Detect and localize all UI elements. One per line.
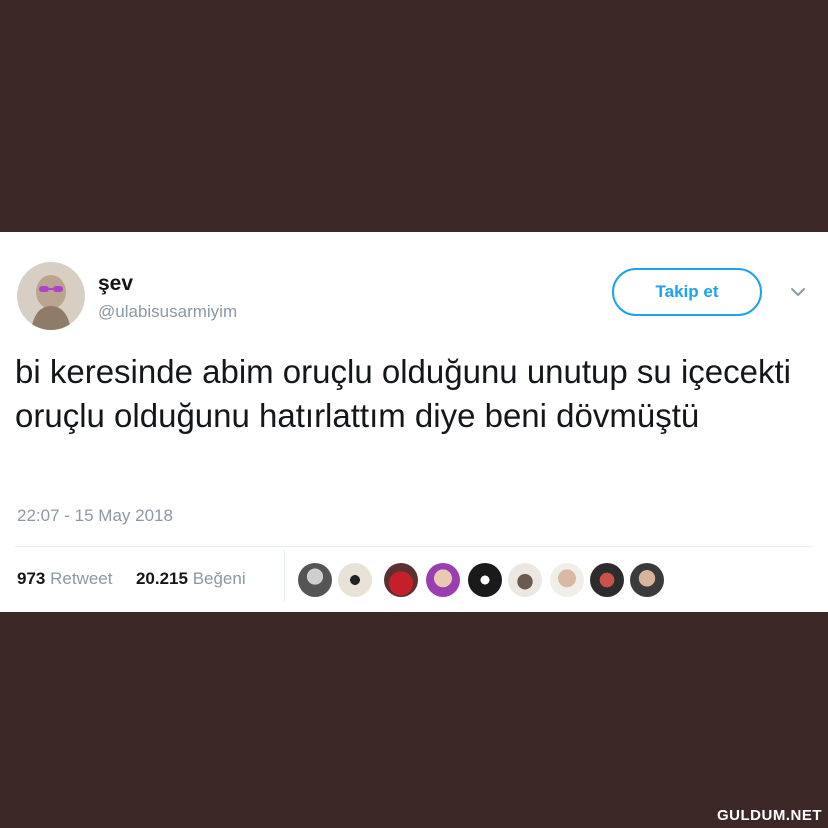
display-name[interactable]: şev <box>98 272 133 296</box>
liker-avatar[interactable] <box>426 563 460 597</box>
retweet-label[interactable]: Retweet <box>50 569 112 588</box>
tweet-timestamp[interactable]: 22:07 - 15 May 2018 <box>17 506 173 526</box>
tweet-stats: 973 Retweet 20.215 Beğeni <box>17 569 246 589</box>
liker-avatar[interactable] <box>508 563 542 597</box>
stats-divider <box>284 550 285 602</box>
liker-avatar[interactable] <box>384 563 418 597</box>
chevron-down-icon[interactable] <box>788 285 808 299</box>
tweet-text: bi keresinde abim oruçlu olduğunu unutup… <box>15 353 791 434</box>
liker-avatar[interactable] <box>298 563 332 597</box>
like-count[interactable]: 20.215 <box>136 569 188 588</box>
liker-avatar[interactable] <box>468 563 502 597</box>
retweet-count[interactable]: 973 <box>17 569 45 588</box>
divider <box>15 546 812 547</box>
user-handle[interactable]: @ulabisusarmiyim <box>98 302 237 322</box>
avatar[interactable] <box>17 262 85 330</box>
tweet-card: şev @ulabisusarmiyim Takip et bi keresin… <box>0 232 828 612</box>
follow-button[interactable]: Takip et <box>612 268 762 316</box>
liker-avatar[interactable] <box>550 563 584 597</box>
liker-avatar[interactable] <box>630 563 664 597</box>
liker-avatar[interactable] <box>590 563 624 597</box>
site-watermark: GULDUM.NET <box>717 807 822 824</box>
liker-avatar[interactable] <box>338 563 372 597</box>
like-label[interactable]: Beğeni <box>193 569 246 588</box>
